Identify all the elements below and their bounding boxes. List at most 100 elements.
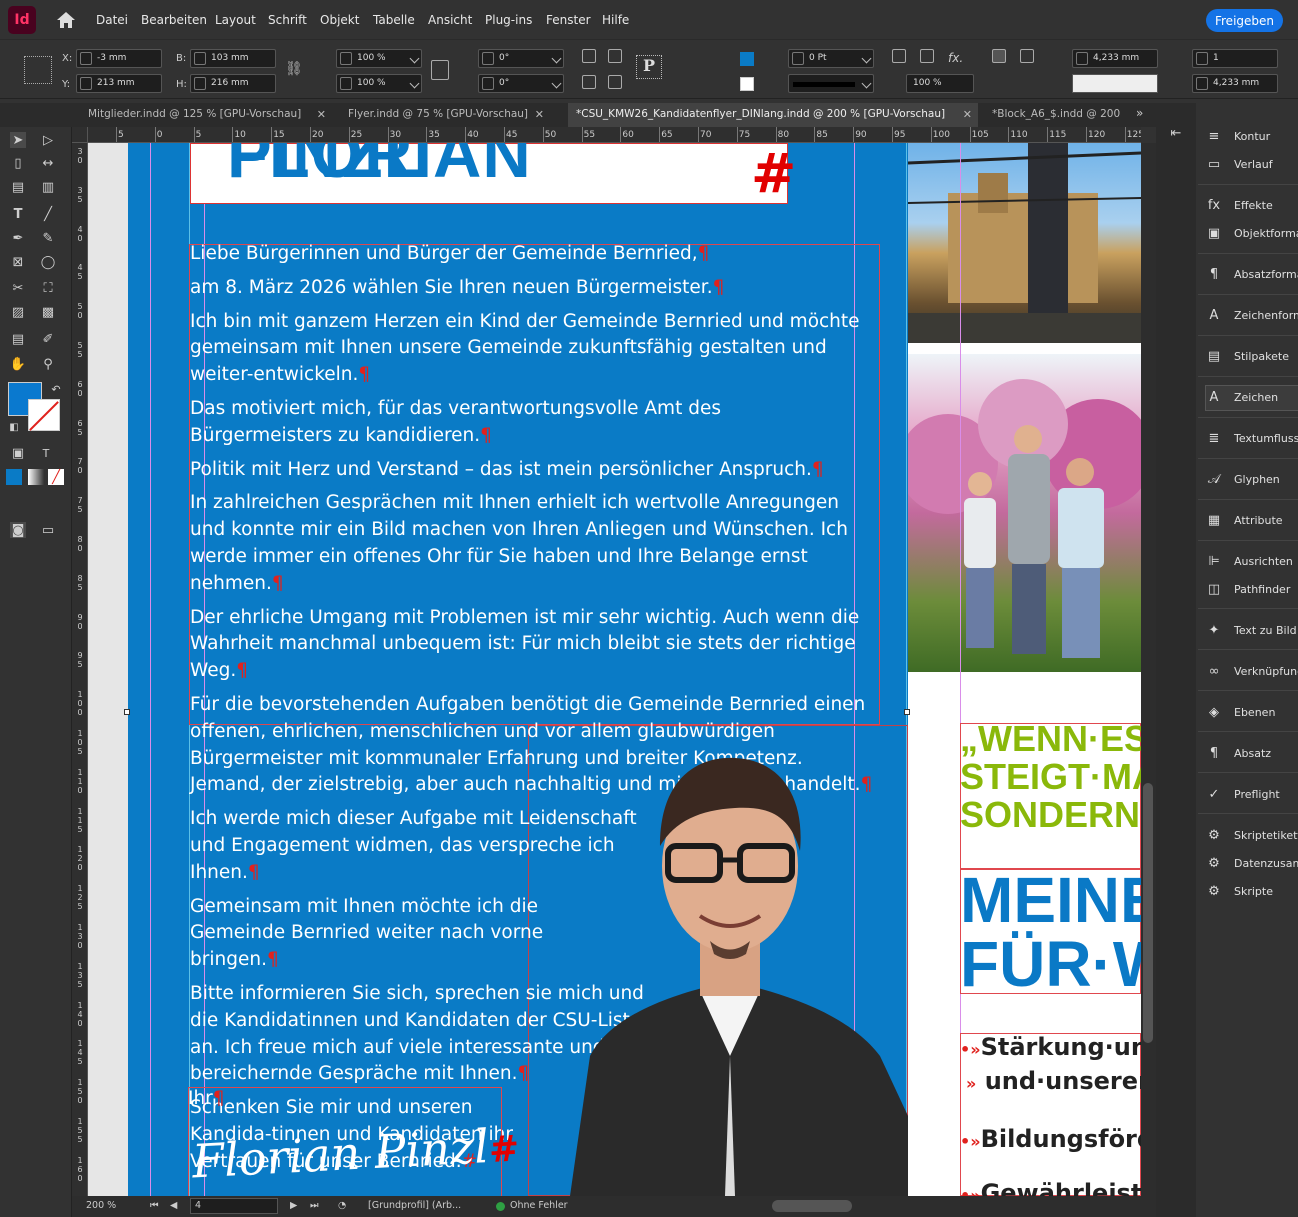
fill-swatch[interactable]	[740, 52, 754, 66]
menu-plugins[interactable]: Plug-ins	[485, 13, 532, 27]
swap-colors-icon[interactable]: ↶	[48, 381, 64, 397]
more-tabs-icon[interactable]: »	[1136, 106, 1143, 120]
panel-attribute[interactable]: ▦ Attribute	[1206, 509, 1298, 533]
next-page-icon[interactable]: ▶	[290, 1200, 297, 1211]
wrap-around-icon[interactable]	[1020, 49, 1034, 63]
text-wrap-icon[interactable]	[992, 49, 1006, 63]
stroke-swatch[interactable]	[740, 77, 754, 91]
screen-mode-icon[interactable]: ▭	[40, 522, 56, 538]
menu-objekt[interactable]: Objekt	[320, 13, 359, 27]
menu-hilfe[interactable]: Hilfe	[602, 13, 629, 27]
apply-none-icon[interactable]: ╱	[48, 469, 64, 485]
panel-skriptetikett[interactable]: ⚙ Skriptetikett	[1206, 824, 1298, 848]
collapse-panels-icon[interactable]: ⇤	[1168, 125, 1184, 141]
prev-page-icon[interactable]: ◀	[170, 1200, 177, 1211]
horizontal-scroll-thumb[interactable]	[772, 1200, 852, 1212]
headline-box[interactable]: FLORIAN · PINZL #	[190, 143, 796, 205]
section-headline[interactable]: MEINE FÜR·W	[960, 868, 1141, 996]
content-placer-icon[interactable]: ▥	[40, 179, 56, 195]
menu-bearbeiten[interactable]: Bearbeiten	[141, 13, 207, 27]
width-field[interactable]: 103 mm	[190, 49, 276, 68]
panel-absatz[interactable]: ¶ Absatz	[1206, 742, 1298, 766]
stroke-color-swatch[interactable]	[28, 399, 60, 431]
columns-field[interactable]: 1	[1192, 49, 1278, 68]
shadow-icon[interactable]	[920, 49, 934, 63]
tab-mitglieder[interactable]: Mitglieder.indd @ 125 % [GPU-Vorschau] ✕	[80, 103, 332, 127]
candidate-portrait[interactable]	[550, 736, 908, 1196]
page-tool-icon[interactable]: ▯	[10, 155, 26, 171]
default-colors-icon[interactable]: ◧	[6, 419, 22, 435]
rotate-field[interactable]: 0°	[478, 49, 564, 68]
panel-ebenen[interactable]: ◈ Ebenen	[1206, 701, 1298, 725]
menu-ansicht[interactable]: Ansicht	[428, 13, 472, 27]
panel-zeichenformate[interactable]: A Zeichenformate	[1206, 304, 1298, 328]
first-page-icon[interactable]: ⏮	[150, 1200, 159, 1211]
apply-color-icon[interactable]	[6, 469, 22, 485]
tab-block[interactable]: *Block_A6_$.indd @ 200	[986, 103, 1126, 127]
opacity-field[interactable]: 100 %	[906, 74, 974, 93]
p-select-icon[interactable]: P	[636, 55, 662, 79]
y-field[interactable]: 213 mm	[76, 74, 162, 93]
panel-text-zu-bild[interactable]: ✦ Text zu Bild	[1206, 619, 1298, 643]
menu-fenster[interactable]: Fenster	[546, 13, 591, 27]
flip-h-icon[interactable]	[582, 75, 596, 89]
panel-skripte[interactable]: ⚙ Skripte	[1206, 880, 1298, 904]
fx-icon[interactable]: fx.	[948, 51, 963, 65]
panel-datenzusammenführung[interactable]: ⚙ Datenzusammenführung	[1206, 852, 1298, 876]
menu-layout[interactable]: Layout	[215, 13, 256, 27]
panel-ausrichten[interactable]: ⊫ Ausrichten	[1206, 550, 1298, 574]
constrain-proportions-icon[interactable]: ⛓	[285, 61, 303, 77]
corner-icon[interactable]	[892, 49, 906, 63]
line-tool-icon[interactable]: ╱	[40, 206, 56, 222]
panel-preflight[interactable]: ✓ Preflight	[1206, 783, 1298, 807]
document-canvas[interactable]: FLORIAN · PINZL # Liebe Bürgerinnen und …	[88, 143, 1141, 1196]
panel-objektformate[interactable]: ▣ Objektformate	[1206, 222, 1298, 246]
gradient-feather-tool-icon[interactable]: ▩	[40, 304, 56, 320]
panel-pathfinder[interactable]: ◫ Pathfinder	[1206, 578, 1298, 602]
pencil-tool-icon[interactable]: ✎	[40, 230, 56, 246]
formatting-container-icon[interactable]: ▣	[10, 445, 26, 461]
shear-field[interactable]: 0°	[478, 74, 564, 93]
menu-datei[interactable]: Datei	[96, 13, 128, 27]
height-field[interactable]: 216 mm	[190, 74, 276, 93]
ruler-origin[interactable]	[72, 127, 88, 143]
panel-verknüpfungen[interactable]: ∞ Verknüpfungen	[1206, 660, 1298, 684]
pen-tool-icon[interactable]: ✒	[10, 230, 26, 246]
selection-tool-icon[interactable]: ➤	[10, 132, 26, 148]
free-transform-tool-icon[interactable]: ⛶	[40, 280, 56, 296]
scissors-tool-icon[interactable]: ✂	[10, 280, 26, 296]
rectangle-frame-tool-icon[interactable]: ⊠	[10, 254, 26, 270]
zoom-tool-icon[interactable]: ⚲	[40, 356, 56, 372]
scale-y-field[interactable]: 100 %	[336, 74, 422, 93]
scale-x-field[interactable]: 100 %	[336, 49, 422, 68]
tab-flyer[interactable]: Flyer.indd @ 75 % [GPU-Vorschau] ✕	[340, 103, 550, 127]
panel-textumfluss[interactable]: ≣ Textumfluss	[1206, 427, 1298, 451]
stroke-style-field[interactable]	[1072, 74, 1158, 93]
ellipse-tool-icon[interactable]: ◯	[40, 254, 56, 270]
panel-glyphen[interactable]: 𝒜 Glyphen	[1206, 468, 1298, 492]
stroke-type-field[interactable]	[788, 74, 874, 93]
rotate-ccw-icon[interactable]	[608, 49, 622, 63]
menu-tabelle[interactable]: Tabelle	[373, 13, 415, 27]
panel-absatzformate[interactable]: ¶ Absatzformate	[1206, 263, 1298, 287]
flip-v-icon[interactable]	[608, 75, 622, 89]
quote-text[interactable]: „WENN·ES STEIGT·MA SONDERN·	[960, 720, 1141, 834]
selection-handle[interactable]	[904, 709, 910, 715]
preflight-status[interactable]: Ohne Fehler	[510, 1200, 568, 1211]
zoom-level[interactable]: 200 %	[86, 1200, 116, 1211]
menu-schrift[interactable]: Schrift	[268, 13, 307, 27]
page-field[interactable]: 4	[190, 1198, 278, 1214]
vertical-scrollbar[interactable]	[1141, 143, 1156, 1196]
panel-verlauf[interactable]: ▭ Verlauf	[1206, 153, 1298, 177]
direct-selection-tool-icon[interactable]: ▷	[40, 132, 56, 148]
scroll-thumb[interactable]	[1143, 783, 1153, 1043]
gradient-swatch-tool-icon[interactable]: ▨	[10, 304, 26, 320]
rotate-cw-icon[interactable]	[582, 49, 596, 63]
panel-stilpakete[interactable]: ▤ Stilpakete	[1206, 345, 1298, 369]
apply-gradient-icon[interactable]	[28, 469, 44, 485]
share-button[interactable]: Freigeben	[1206, 9, 1283, 32]
profile-label[interactable]: [Grundprofil] (Arb...	[368, 1200, 461, 1211]
note-tool-icon[interactable]: ▤	[10, 331, 26, 347]
candidate-photo-castle[interactable]	[907, 143, 1141, 343]
content-collector-icon[interactable]: ▤	[10, 179, 26, 195]
